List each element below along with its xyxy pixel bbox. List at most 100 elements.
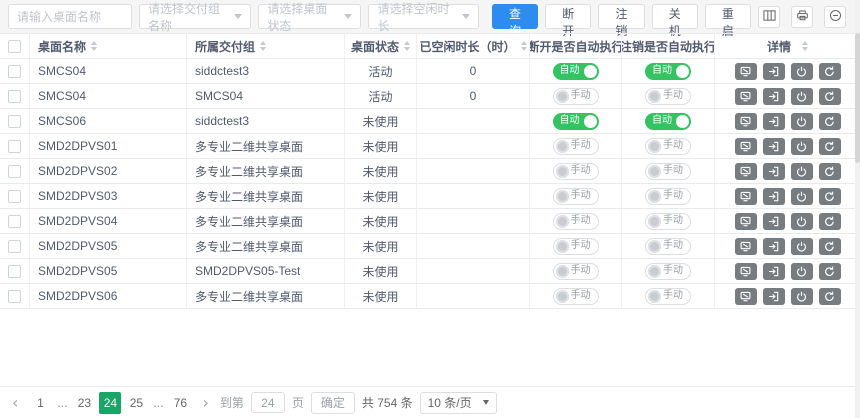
logout-action-button[interactable]: [763, 163, 785, 180]
row-checkbox[interactable]: [8, 90, 21, 103]
idle-duration-select[interactable]: 请选择空闲时长: [368, 4, 479, 29]
columns-settings-button[interactable]: [758, 6, 780, 28]
disconnect-auto-toggle[interactable]: 手动: [553, 213, 599, 230]
page-button-76[interactable]: 76: [169, 392, 191, 414]
restart-action-button[interactable]: [819, 288, 841, 305]
power-action-button[interactable]: [791, 188, 813, 205]
desktop-status-select[interactable]: 请选择桌面状态: [258, 4, 361, 29]
query-button[interactable]: 查询: [492, 4, 538, 29]
goto-page-input[interactable]: [251, 392, 285, 413]
logoff-auto-toggle[interactable]: 手动: [645, 263, 691, 280]
chevron-right-icon[interactable]: ›: [198, 395, 212, 411]
power-action-button[interactable]: [791, 63, 813, 80]
column-header-detail[interactable]: 详情: [715, 34, 860, 58]
disconnect-button[interactable]: 断开: [545, 4, 591, 29]
logout-action-button[interactable]: [763, 113, 785, 130]
delivery-group-select[interactable]: 请选择交付组名称: [139, 4, 251, 29]
select-all-checkbox[interactable]: [8, 40, 21, 53]
disconnect-auto-toggle[interactable]: 手动: [553, 88, 599, 105]
logoff-button[interactable]: 注销: [598, 4, 644, 29]
disconnect-auto-toggle[interactable]: 自动: [553, 63, 599, 80]
row-checkbox[interactable]: [8, 115, 21, 128]
row-checkbox[interactable]: [8, 190, 21, 203]
restart-action-button[interactable]: [819, 238, 841, 255]
per-page-select[interactable]: 10 条/页: [420, 392, 497, 414]
page-button-23[interactable]: 23: [73, 392, 95, 414]
confirm-button[interactable]: 确定: [311, 392, 355, 414]
disconnect-auto-toggle[interactable]: 手动: [553, 138, 599, 155]
page-button-1[interactable]: 1: [29, 392, 51, 414]
restart-action-button[interactable]: [819, 163, 841, 180]
restart-action-button[interactable]: [819, 263, 841, 280]
disconnect-action-button[interactable]: [735, 188, 757, 205]
row-checkbox[interactable]: [8, 290, 21, 303]
logoff-auto-toggle[interactable]: 手动: [645, 213, 691, 230]
logoff-auto-toggle[interactable]: 手动: [645, 88, 691, 105]
column-header-group[interactable]: 所属交付组: [187, 34, 345, 58]
power-action-button[interactable]: [791, 138, 813, 155]
page-button-25[interactable]: 25: [125, 392, 147, 414]
disconnect-action-button[interactable]: [735, 163, 757, 180]
power-action-button[interactable]: [791, 163, 813, 180]
shutdown-button[interactable]: 关机: [652, 4, 698, 29]
vertical-scrollbar[interactable]: [855, 0, 860, 418]
restart-action-button[interactable]: [819, 138, 841, 155]
power-action-button[interactable]: [791, 113, 813, 130]
logoff-auto-toggle[interactable]: 手动: [645, 163, 691, 180]
chevron-left-icon[interactable]: ‹: [8, 395, 22, 411]
restart-action-button[interactable]: [819, 188, 841, 205]
disconnect-auto-toggle[interactable]: 手动: [553, 263, 599, 280]
disconnect-action-button[interactable]: [735, 138, 757, 155]
logout-action-button[interactable]: [763, 238, 785, 255]
logoff-auto-toggle[interactable]: 手动: [645, 238, 691, 255]
logout-action-button[interactable]: [763, 188, 785, 205]
print-export-button[interactable]: [791, 6, 813, 28]
sort-icon[interactable]: [404, 41, 410, 51]
disconnect-auto-toggle[interactable]: 自动: [553, 113, 599, 130]
collapse-button[interactable]: [824, 6, 846, 28]
column-header-name[interactable]: 桌面名称: [30, 34, 187, 58]
logout-action-button[interactable]: [763, 63, 785, 80]
row-checkbox[interactable]: [8, 140, 21, 153]
row-checkbox[interactable]: [8, 65, 21, 78]
restart-action-button[interactable]: [819, 213, 841, 230]
disconnect-action-button[interactable]: [735, 63, 757, 80]
disconnect-action-button[interactable]: [735, 88, 757, 105]
logoff-auto-toggle[interactable]: 自动: [645, 63, 691, 80]
power-action-button[interactable]: [791, 213, 813, 230]
disconnect-auto-toggle[interactable]: 手动: [553, 238, 599, 255]
disconnect-auto-toggle[interactable]: 手动: [553, 163, 599, 180]
sort-icon[interactable]: [802, 41, 808, 51]
disconnect-action-button[interactable]: [735, 263, 757, 280]
power-action-button[interactable]: [791, 263, 813, 280]
row-checkbox[interactable]: [8, 215, 21, 228]
desktop-name-search-input[interactable]: [8, 4, 132, 29]
sort-icon[interactable]: [91, 41, 97, 51]
disconnect-action-button[interactable]: [735, 288, 757, 305]
logout-action-button[interactable]: [763, 138, 785, 155]
column-header-status[interactable]: 桌面状态: [345, 34, 417, 58]
restart-button[interactable]: 重启: [705, 4, 751, 29]
sort-icon[interactable]: [260, 41, 266, 51]
power-action-button[interactable]: [791, 238, 813, 255]
disconnect-auto-toggle[interactable]: 手动: [553, 188, 599, 205]
logout-action-button[interactable]: [763, 88, 785, 105]
disconnect-action-button[interactable]: [735, 213, 757, 230]
column-header-idle[interactable]: 已空闲时长（时）: [417, 34, 530, 58]
power-action-button[interactable]: [791, 88, 813, 105]
restart-action-button[interactable]: [819, 113, 841, 130]
logoff-auto-toggle[interactable]: 手动: [645, 138, 691, 155]
logoff-auto-toggle[interactable]: 自动: [645, 113, 691, 130]
restart-action-button[interactable]: [819, 63, 841, 80]
row-checkbox[interactable]: [8, 240, 21, 253]
logoff-auto-toggle[interactable]: 手动: [645, 188, 691, 205]
logout-action-button[interactable]: [763, 288, 785, 305]
logout-action-button[interactable]: [763, 263, 785, 280]
logout-action-button[interactable]: [763, 213, 785, 230]
disconnect-action-button[interactable]: [735, 238, 757, 255]
power-action-button[interactable]: [791, 288, 813, 305]
scrollbar-thumb[interactable]: [855, 33, 860, 163]
sort-icon[interactable]: [521, 41, 527, 51]
disconnect-auto-toggle[interactable]: 手动: [553, 288, 599, 305]
page-button-24[interactable]: 24: [99, 392, 121, 414]
